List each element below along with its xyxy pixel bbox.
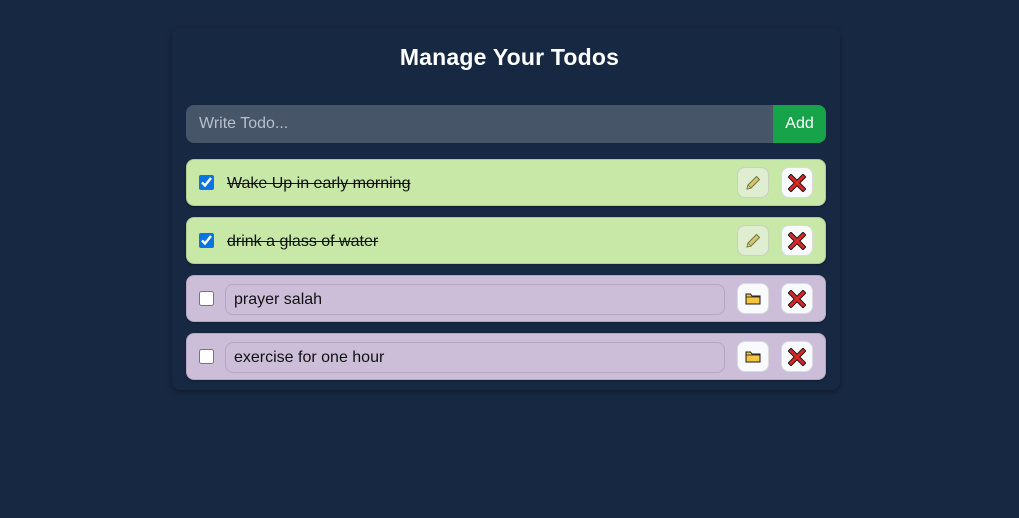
todo-item: Wake Up in early morning bbox=[186, 159, 826, 206]
add-button[interactable]: Add bbox=[773, 105, 826, 143]
edit-button[interactable] bbox=[737, 225, 769, 256]
folder-icon bbox=[745, 351, 761, 362]
delete-button[interactable] bbox=[781, 167, 813, 198]
cross-mark-icon bbox=[788, 289, 806, 308]
cross-mark-icon bbox=[788, 173, 806, 192]
page-title: Manage Your Todos bbox=[399, 44, 620, 70]
delete-button[interactable] bbox=[781, 283, 813, 314]
todo-item: exercise for one hour bbox=[186, 333, 826, 380]
pencil-icon bbox=[746, 233, 761, 248]
folder-icon bbox=[745, 293, 761, 304]
todo-complete-checkbox[interactable] bbox=[199, 175, 214, 190]
edit-button[interactable] bbox=[737, 167, 769, 198]
save-button[interactable] bbox=[737, 283, 769, 314]
save-button[interactable] bbox=[737, 341, 769, 372]
todo-complete-checkbox[interactable] bbox=[199, 349, 214, 364]
todo-item: prayer salah bbox=[186, 275, 826, 322]
todo-text-field[interactable]: prayer salah bbox=[225, 284, 725, 315]
delete-button[interactable] bbox=[781, 225, 813, 256]
todo-complete-checkbox[interactable] bbox=[199, 291, 214, 306]
todo-complete-checkbox[interactable] bbox=[199, 233, 214, 248]
todo-input[interactable] bbox=[186, 105, 773, 143]
cross-mark-icon bbox=[788, 231, 806, 250]
delete-button[interactable] bbox=[781, 341, 813, 372]
todo-text: Wake Up in early morning bbox=[227, 175, 411, 192]
add-todo-form: Add bbox=[186, 105, 826, 143]
pencil-icon bbox=[746, 175, 761, 190]
todo-item: drink a glass of water bbox=[186, 217, 826, 264]
todo-text: drink a glass of water bbox=[227, 233, 379, 250]
todo-text-field[interactable]: exercise for one hour bbox=[225, 342, 725, 373]
cross-mark-icon bbox=[788, 347, 806, 366]
